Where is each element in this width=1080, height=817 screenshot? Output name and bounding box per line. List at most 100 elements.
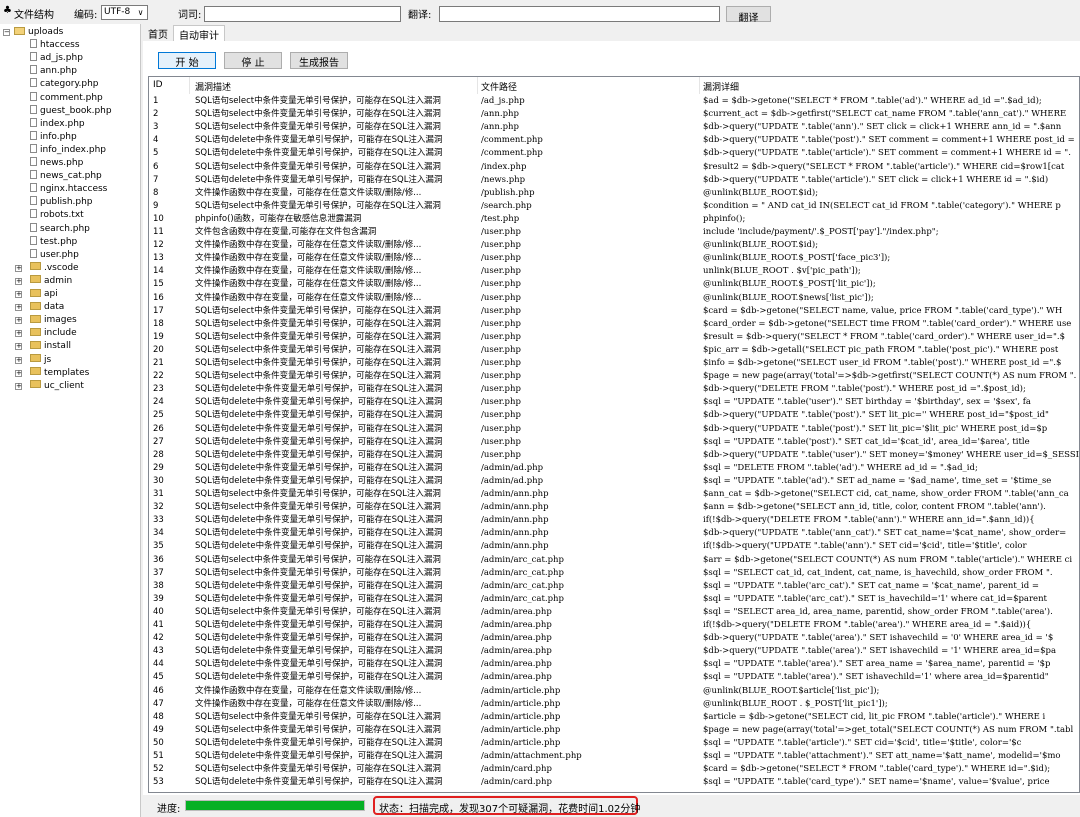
column-divider[interactable] bbox=[189, 77, 190, 94]
tree-file[interactable]: info_index.php bbox=[30, 143, 106, 157]
tree-file[interactable]: index.php bbox=[30, 117, 85, 131]
table-row[interactable]: 45 SQL语句delete中条件变量无单引号保护，可能存在SQL注入漏洞/adm… bbox=[149, 671, 1079, 684]
table-row[interactable]: 9 SQL语句select中条件变量无单引号保护，可能存在SQL注入漏洞/sear… bbox=[149, 200, 1079, 213]
table-row[interactable]: 35 SQL语句delete中条件变量无单引号保护，可能存在SQL注入漏洞/adm… bbox=[149, 540, 1079, 553]
expand-icon[interactable]: + bbox=[15, 356, 22, 364]
table-row[interactable]: 14 文件操作函数中存在变量，可能存在任意文件读取/删除/修... /user.ph… bbox=[149, 265, 1079, 278]
collapse-icon[interactable]: − bbox=[3, 29, 10, 36]
expand-icon[interactable]: + bbox=[15, 264, 22, 272]
encoding-select[interactable]: UTF-8 ∨ bbox=[101, 5, 148, 20]
table-row[interactable]: 22 SQL语句select中条件变量无单引号保护，可能存在SQL注入漏洞/use… bbox=[149, 370, 1079, 383]
tree-file[interactable]: category.php bbox=[30, 78, 98, 91]
start-button[interactable]: 开 始 bbox=[158, 52, 216, 69]
table-row[interactable]: 37 SQL语句select中条件变量无单引号保护，可能存在SQL注入漏洞/adm… bbox=[149, 567, 1079, 580]
table-row[interactable]: 4 SQL语句delete中条件变量无单引号保护，可能存在SQL注入漏洞/comm… bbox=[149, 134, 1079, 147]
tab-auto-audit[interactable]: 自动审计 bbox=[173, 25, 225, 42]
tree-file[interactable]: nginx.htaccess bbox=[30, 183, 107, 196]
table-row[interactable]: 16 文件操作函数中存在变量，可能存在任意文件读取/删除/修... /user.ph… bbox=[149, 292, 1079, 305]
table-row[interactable]: 7 SQL语句delete中条件变量无单引号保护，可能存在SQL注入漏洞/news… bbox=[149, 174, 1079, 187]
table-row[interactable]: 33 SQL语句delete中条件变量无单引号保护，可能存在SQL注入漏洞/adm… bbox=[149, 514, 1079, 527]
table-row[interactable]: 52 SQL语句select中条件变量无单引号保护，可能存在SQL注入漏洞/adm… bbox=[149, 763, 1079, 776]
table-row[interactable]: 18 SQL语句select中条件变量无单引号保护，可能存在SQL注入漏洞/use… bbox=[149, 318, 1079, 331]
tree-file[interactable]: user.php bbox=[30, 248, 79, 262]
tree-file[interactable]: robots.txt bbox=[30, 209, 84, 222]
table-row[interactable]: 11 文件包含函数中存在变量,可能存在文件包含漏洞/user.php include… bbox=[149, 226, 1079, 239]
expand-icon[interactable]: + bbox=[15, 304, 22, 312]
table-row[interactable]: 20 SQL语句select中条件变量无单引号保护，可能存在SQL注入漏洞/use… bbox=[149, 344, 1079, 357]
table-row[interactable]: 12 文件操作函数中存在变量，可能存在任意文件读取/删除/修... /user.ph… bbox=[149, 239, 1079, 252]
translate-button[interactable]: 翻译 bbox=[726, 6, 771, 24]
row-detail: @unlink(BLUE_ROOT.$_POST['face_pic3']); bbox=[703, 253, 891, 264]
table-row[interactable]: 46 文件操作函数中存在变量，可能存在任意文件读取/删除/修... /admin/a… bbox=[149, 685, 1079, 698]
tree-file[interactable]: info.php bbox=[30, 130, 77, 144]
table-row[interactable]: 21 SQL语句select中条件变量无单引号保护，可能存在SQL注入漏洞/use… bbox=[149, 357, 1079, 370]
expand-icon[interactable]: + bbox=[15, 330, 22, 338]
tree-file[interactable]: htaccess bbox=[30, 39, 80, 52]
table-row[interactable]: 24 SQL语句delete中条件变量无单引号保护，可能存在SQL注入漏洞/use… bbox=[149, 396, 1079, 409]
tree-file[interactable]: test.php bbox=[30, 235, 77, 249]
table-row[interactable]: 1 SQL语句select中条件变量无单引号保护，可能存在SQL注入漏洞/ad_j… bbox=[149, 95, 1079, 108]
header-path[interactable]: 文件路径 bbox=[481, 80, 517, 93]
table-row[interactable]: 17 SQL语句select中条件变量无单引号保护，可能存在SQL注入漏洞/use… bbox=[149, 305, 1079, 318]
header-id[interactable]: ID bbox=[153, 80, 163, 90]
tab-home[interactable]: 首页 bbox=[143, 25, 173, 41]
table-row[interactable]: 31 SQL语句select中条件变量无单引号保护，可能存在SQL注入漏洞/adm… bbox=[149, 488, 1079, 501]
tree-file[interactable]: guest_book.php bbox=[30, 104, 112, 118]
tree-file[interactable]: news_cat.php bbox=[30, 170, 102, 183]
column-divider[interactable] bbox=[699, 77, 700, 94]
table-row[interactable]: 25 SQL语句delete中条件变量无单引号保护，可能存在SQL注入漏洞/use… bbox=[149, 409, 1079, 422]
table-row[interactable]: 5 SQL语句delete中条件变量无单引号保护，可能存在SQL注入漏洞/comm… bbox=[149, 147, 1079, 160]
translate-input[interactable] bbox=[439, 6, 720, 22]
table-row[interactable]: 29 SQL语句delete中条件变量无单引号保护，可能存在SQL注入漏洞/adm… bbox=[149, 462, 1079, 475]
tree-file[interactable]: comment.php bbox=[30, 91, 103, 105]
table-row[interactable]: 50 SQL语句delete中条件变量无单引号保护，可能存在SQL注入漏洞/adm… bbox=[149, 737, 1079, 750]
table-row[interactable]: 44 SQL语句delete中条件变量无单引号保护，可能存在SQL注入漏洞/adm… bbox=[149, 658, 1079, 671]
table-row[interactable]: 8 文件操作函数中存在变量，可能存在任意文件读取/删除/修... /publish.… bbox=[149, 187, 1079, 200]
tree-file[interactable]: news.php bbox=[30, 157, 83, 170]
stop-button[interactable]: 停 止 bbox=[224, 52, 282, 69]
table-row[interactable]: 36 SQL语句select中条件变量无单引号保护，可能存在SQL注入漏洞/adm… bbox=[149, 554, 1079, 567]
table-row[interactable]: 48 SQL语句select中条件变量无单引号保护，可能存在SQL注入漏洞/adm… bbox=[149, 711, 1079, 724]
header-detail[interactable]: 漏洞详细 bbox=[703, 80, 739, 93]
table-row[interactable]: 40 SQL语句select中条件变量无单引号保护，可能存在SQL注入漏洞/adm… bbox=[149, 606, 1079, 619]
table-row[interactable]: 23 SQL语句delete中条件变量无单引号保护，可能存在SQL注入漏洞/use… bbox=[149, 383, 1079, 396]
table-row[interactable]: 28 SQL语句delete中条件变量无单引号保护，可能存在SQL注入漏洞/use… bbox=[149, 449, 1079, 462]
table-row[interactable]: 2 SQL语句select中条件变量无单引号保护，可能存在SQL注入漏洞/ann.… bbox=[149, 108, 1079, 121]
table-row[interactable]: 43 SQL语句delete中条件变量无单引号保护，可能存在SQL注入漏洞/adm… bbox=[149, 645, 1079, 658]
table-row[interactable]: 34 SQL语句delete中条件变量无单引号保护，可能存在SQL注入漏洞/adm… bbox=[149, 527, 1079, 540]
word-input[interactable] bbox=[204, 6, 401, 22]
table-row[interactable]: 47 文件操作函数中存在变量，可能存在任意文件读取/删除/修... /admin/a… bbox=[149, 698, 1079, 711]
table-row[interactable]: 27 SQL语句delete中条件变量无单引号保护，可能存在SQL注入漏洞/use… bbox=[149, 436, 1079, 449]
table-row[interactable]: 19 SQL语句select中条件变量无单引号保护，可能存在SQL注入漏洞/use… bbox=[149, 331, 1079, 344]
column-divider[interactable] bbox=[477, 77, 478, 94]
tree-file[interactable]: ad_js.php bbox=[30, 52, 83, 65]
tree-file[interactable]: publish.php bbox=[30, 196, 93, 209]
table-row[interactable]: 41 SQL语句delete中条件变量无单引号保护，可能存在SQL注入漏洞/adm… bbox=[149, 619, 1079, 632]
expand-icon[interactable]: + bbox=[15, 369, 22, 377]
expand-icon[interactable]: + bbox=[15, 317, 22, 325]
table-row[interactable]: 53 SQL语句delete中条件变量无单引号保护，可能存在SQL注入漏洞/adm… bbox=[149, 776, 1079, 789]
table-row[interactable]: 3 SQL语句select中条件变量无单引号保护，可能存在SQL注入漏洞/ann.… bbox=[149, 121, 1079, 134]
table-row[interactable]: 32 SQL语句select中条件变量无单引号保护，可能存在SQL注入漏洞/adm… bbox=[149, 501, 1079, 514]
expand-icon[interactable]: + bbox=[15, 382, 22, 390]
expand-icon[interactable]: + bbox=[15, 291, 22, 298]
table-row[interactable]: 42 SQL语句delete中条件变量无单引号保护，可能存在SQL注入漏洞/adm… bbox=[149, 632, 1079, 645]
table-row[interactable]: 38 SQL语句delete中条件变量无单引号保护，可能存在SQL注入漏洞/adm… bbox=[149, 580, 1079, 593]
expand-icon[interactable]: + bbox=[15, 277, 22, 285]
table-row[interactable]: 26 SQL语句delete中条件变量无单引号保护，可能存在SQL注入漏洞/use… bbox=[149, 423, 1079, 436]
table-row[interactable]: 6 SQL语句select中条件变量无单引号保护，可能存在SQL注入漏洞/inde… bbox=[149, 161, 1079, 174]
tree-file[interactable]: search.php bbox=[30, 222, 90, 236]
table-row[interactable]: 49 SQL语句select中条件变量无单引号保护，可能存在SQL注入漏洞/adm… bbox=[149, 724, 1079, 737]
table-row[interactable]: 15 文件操作函数中存在变量，可能存在任意文件读取/删除/修... /user.ph… bbox=[149, 278, 1079, 291]
table-row[interactable]: 39 SQL语句delete中条件变量无单引号保护，可能存在SQL注入漏洞/adm… bbox=[149, 593, 1079, 606]
expand-icon[interactable]: + bbox=[15, 343, 22, 351]
table-row[interactable]: 30 SQL语句delete中条件变量无单引号保护，可能存在SQL注入漏洞/adm… bbox=[149, 475, 1079, 488]
tree-file[interactable]: ann.php bbox=[30, 65, 77, 78]
table-row[interactable]: 10 phpinfo()函数，可能存在敏感信息泄露漏洞/test.php phpin… bbox=[149, 213, 1079, 226]
results-table[interactable]: ID 漏洞描述 文件路径 漏洞详细 1 SQL语句select中条件变量无单引号保… bbox=[148, 76, 1080, 793]
generate-report-button[interactable]: 生成报告 bbox=[290, 52, 348, 69]
header-desc[interactable]: 漏洞描述 bbox=[195, 80, 231, 93]
table-row[interactable]: 13 文件操作函数中存在变量，可能存在任意文件读取/删除/修... /user.ph… bbox=[149, 252, 1079, 265]
table-row[interactable]: 51 SQL语句delete中条件变量无单引号保护，可能存在SQL注入漏洞/adm… bbox=[149, 750, 1079, 763]
row-id: 11 bbox=[153, 227, 164, 237]
